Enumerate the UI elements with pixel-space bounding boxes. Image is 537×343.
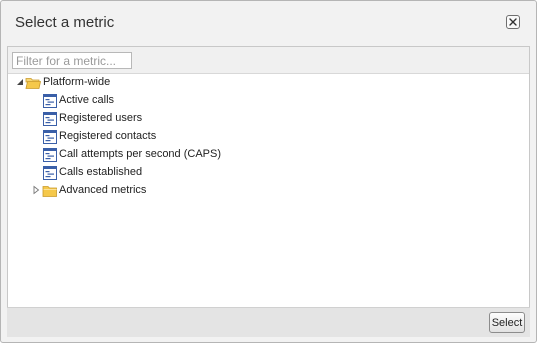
metric-icon <box>42 129 58 145</box>
tree-node-label: Registered users <box>59 112 143 124</box>
collapse-arrow-icon[interactable] <box>15 77 25 87</box>
filter-bar <box>8 47 529 74</box>
metric-icon <box>42 93 58 109</box>
tree-node-platform-wide[interactable]: Platform-wide <box>8 74 523 92</box>
folder-open-icon <box>25 75 41 91</box>
tree-node-label: Platform-wide <box>43 76 111 88</box>
tree-node-label: Call attempts per second (CAPS) <box>59 148 222 160</box>
tree-node-label: Calls established <box>59 166 143 178</box>
select-metric-dialog: Select a metric Platform-wide Active cal… <box>0 0 537 343</box>
close-button[interactable] <box>506 15 520 29</box>
metric-tree-panel: Platform-wide Active calls Registered us… <box>7 46 530 308</box>
tree-node-calls-established[interactable]: Calls established <box>8 164 523 182</box>
tree-node-label: Registered contacts <box>59 130 157 142</box>
tree-node-label: Active calls <box>59 94 115 106</box>
dialog-title: Select a metric <box>15 14 115 31</box>
tree-node-advanced-metrics[interactable]: Advanced metrics <box>8 182 523 200</box>
metric-icon <box>42 165 58 181</box>
filter-input[interactable] <box>12 52 132 69</box>
dialog-footer: Select <box>7 307 530 337</box>
metric-icon <box>42 147 58 163</box>
tree-node-registered-contacts[interactable]: Registered contacts <box>8 128 523 146</box>
expand-arrow-icon[interactable] <box>31 185 41 195</box>
tree-node-registered-users[interactable]: Registered users <box>8 110 523 128</box>
folder-closed-icon <box>42 183 58 199</box>
close-icon <box>509 18 517 26</box>
tree-node-active-calls[interactable]: Active calls <box>8 92 523 110</box>
tree-node-caps[interactable]: Call attempts per second (CAPS) <box>8 146 523 164</box>
select-button[interactable]: Select <box>489 312 525 333</box>
tree-node-label: Advanced metrics <box>59 184 147 196</box>
metric-icon <box>42 111 58 127</box>
dialog-titlebar: Select a metric <box>1 1 536 45</box>
